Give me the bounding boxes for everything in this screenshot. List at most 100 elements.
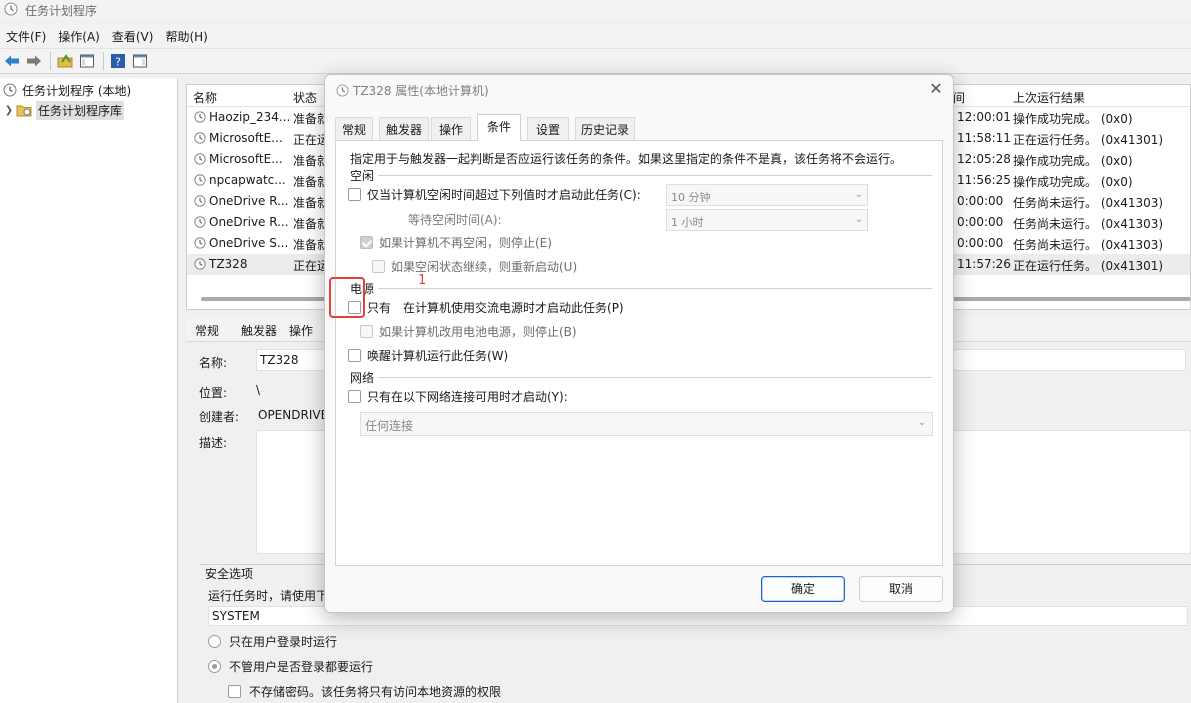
navigation-tree: 任务计划程序 (本地) ❯ 任务计划程序库 — [0, 78, 178, 703]
network-connection-select[interactable]: 任何连接 ⌄ — [360, 412, 933, 436]
back-arrow-icon[interactable] — [2, 51, 22, 71]
checkbox-label: 如果计算机不再空闲，则停止(E) — [379, 236, 552, 250]
close-icon[interactable]: ✕ — [927, 80, 945, 98]
column-header-status[interactable]: 状态 — [293, 89, 317, 106]
chevron-down-icon: ⌄ — [854, 214, 863, 225]
checkbox[interactable] — [348, 188, 361, 201]
dialog-titlebar: TZ328 属性(本地计算机) — [335, 82, 489, 99]
clock-icon — [193, 111, 206, 124]
checkbox-label: 唤醒计算机运行此任务(W) — [367, 349, 509, 363]
section-divider — [378, 175, 932, 176]
chevron-down-icon: ⌄ — [854, 189, 863, 200]
dialog-tab-bar: 常规 触发器 操作 条件 设置 历史记录 — [335, 114, 635, 141]
help-icon[interactable]: ? — [108, 51, 128, 71]
task-name: npcapwatc... — [209, 173, 286, 187]
column-header-name[interactable]: 名称 — [193, 89, 217, 106]
task-last-run: 11:58:11 — [957, 131, 1011, 145]
select-value: 1 小时 — [671, 216, 704, 229]
task-last-run: 0:00:00 — [957, 194, 1004, 208]
clock-icon — [193, 132, 206, 145]
task-last-result: 操作成功完成。 (0x0) — [1013, 112, 1133, 126]
show-hide-action-pane-icon[interactable] — [130, 51, 150, 71]
clock-icon — [335, 84, 349, 98]
tree-item-library[interactable]: ❯ 任务计划程序库 — [2, 100, 125, 120]
wake-computer-option[interactable]: 唤醒计算机运行此任务(W) — [348, 347, 508, 364]
tab-settings[interactable]: 设置 — [527, 117, 569, 141]
cancel-button[interactable]: 取消 — [859, 576, 943, 602]
location-label: 位置: — [199, 386, 228, 400]
window-title: 任务计划程序 — [25, 3, 98, 18]
menu-bar: 文件(F) 操作(A) 查看(V) 帮助(H) — [0, 25, 1191, 47]
start-only-idle-option[interactable]: 仅当计算机空闲时间超过下列值时才启动此任务(C): — [348, 186, 641, 203]
tree-item-root[interactable]: 任务计划程序 (本地) — [2, 80, 131, 100]
menu-view[interactable]: 查看(V) — [106, 28, 160, 45]
tab-triggers[interactable]: 触发器 — [241, 322, 277, 339]
tab-actions[interactable]: 操作 — [431, 117, 471, 141]
checkbox[interactable] — [348, 390, 361, 403]
task-name-cell: npcapwatc... — [193, 173, 286, 187]
radio-button[interactable] — [208, 635, 221, 648]
stop-if-not-idle-option[interactable]: 如果计算机不再空闲，则停止(E) — [360, 234, 552, 251]
task-name-cell: OneDrive S... — [193, 236, 288, 250]
description-label: 描述: — [199, 436, 228, 450]
idle-section-title: 空闲 — [350, 169, 375, 183]
toolbar-separator — [103, 52, 104, 70]
idle-duration-select[interactable]: 10 分钟 ⌄ — [666, 184, 868, 206]
checkbox-checked[interactable] — [360, 236, 373, 249]
wait-idle-select[interactable]: 1 小时 ⌄ — [666, 209, 868, 231]
task-last-result: 操作成功完成。 (0x0) — [1013, 175, 1133, 189]
task-last-result: 任务尚未运行。 (0x41303) — [1013, 217, 1164, 231]
author-label: 创建者: — [199, 410, 240, 424]
radio-whether-logged-on[interactable]: 不管用户是否登录都要运行 — [208, 658, 373, 675]
checkbox-label: 仅当计算机空闲时间超过下列值时才启动此任务(C): — [367, 188, 641, 202]
checkbox[interactable] — [372, 260, 385, 273]
tab-history[interactable]: 历史记录 — [575, 117, 635, 141]
radio-label: 不管用户是否登录都要运行 — [229, 660, 374, 674]
tab-triggers[interactable]: 触发器 — [379, 117, 429, 141]
clock-icon — [2, 82, 18, 98]
clock-icon — [193, 258, 206, 271]
column-header-last-run[interactable]: 间 — [953, 89, 965, 106]
task-name-cell: OneDrive R... — [193, 194, 289, 208]
ac-power-only-option[interactable]: 只有 在计算机使用交流电源时才启动此任务(P) — [348, 299, 624, 316]
dialog-title: TZ328 属性(本地计算机) — [353, 84, 489, 98]
network-required-option[interactable]: 只有在以下网络连接可用时才启动(Y): — [348, 388, 568, 405]
menu-help[interactable]: 帮助(H) — [159, 28, 213, 45]
folder-icon — [16, 102, 32, 118]
stop-on-battery-option[interactable]: 如果计算机改用电池电源，则停止(B) — [360, 323, 577, 340]
radio-button[interactable] — [208, 660, 221, 673]
task-last-run: 0:00:00 — [957, 236, 1004, 250]
radio-logged-on[interactable]: 只在用户登录时运行 — [208, 633, 337, 650]
restart-if-idle-option[interactable]: 如果空闲状态继续，则重新启动(U) — [372, 258, 577, 275]
checkbox-label: 只有在以下网络连接可用时才启动(Y): — [367, 390, 568, 404]
tab-conditions[interactable]: 条件 — [477, 114, 521, 141]
task-name: TZ328 — [209, 257, 248, 271]
task-last-result: 正在运行任务。 (0x41301) — [1013, 259, 1164, 273]
author-value: OPENDRIVE — [258, 408, 329, 422]
checkbox[interactable] — [228, 685, 241, 698]
task-properties-dialog: TZ328 属性(本地计算机) ✕ 常规 触发器 操作 条件 设置 历史记录 指… — [324, 74, 954, 613]
highlight-annotation-box — [329, 277, 365, 318]
checkbox[interactable] — [348, 349, 361, 362]
no-store-password-option[interactable]: 不存储密码。该任务将只有访问本地资源的权限 — [228, 683, 501, 700]
checkbox[interactable] — [360, 325, 373, 338]
tab-actions[interactable]: 操作 — [289, 322, 313, 339]
menu-file[interactable]: 文件(F) — [0, 28, 52, 45]
task-name-cell: Haozip_234... — [193, 110, 290, 124]
wait-idle-label: 等待空闲时间(A): — [408, 213, 502, 227]
toolbar-separator — [50, 52, 51, 70]
column-header-last-result[interactable]: 上次运行结果 — [1013, 89, 1085, 106]
chevron-right-icon[interactable]: ❯ — [2, 105, 16, 116]
menu-action[interactable]: 操作(A) — [52, 28, 106, 45]
task-name-cell: MicrosoftE... — [193, 131, 283, 145]
folder-up-icon[interactable] — [55, 51, 75, 71]
ok-button[interactable]: 确定 — [761, 576, 845, 602]
show-hide-tree-icon[interactable] — [77, 51, 97, 71]
task-name-cell: MicrosoftE... — [193, 152, 283, 166]
tab-general[interactable]: 常规 — [195, 322, 219, 339]
clock-icon — [193, 216, 206, 229]
task-last-result: 任务尚未运行。 (0x41303) — [1013, 196, 1164, 210]
tab-general[interactable]: 常规 — [335, 117, 373, 141]
forward-arrow-icon[interactable] — [24, 51, 44, 71]
conditions-description: 指定用于与触发器一起判断是否应运行该任务的条件。如果这里指定的条件不是真，该任务… — [350, 152, 903, 166]
